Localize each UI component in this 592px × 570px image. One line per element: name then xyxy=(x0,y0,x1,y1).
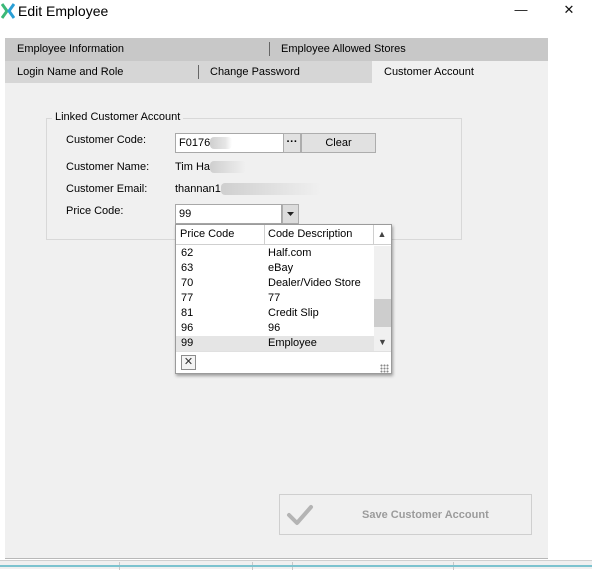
scrollbar-thumb[interactable] xyxy=(374,299,391,327)
price-code-dropdown[interactable]: Price Code Code Description ▲ 62 Half.com… xyxy=(175,224,392,374)
close-button[interactable]: ✕ xyxy=(546,0,592,22)
tab-login-name-and-role[interactable]: Login Name and Role xyxy=(5,61,198,83)
customer-email-text: thannan1 xyxy=(175,183,221,195)
dropdown-row[interactable]: 77 77 xyxy=(176,291,374,306)
row-code-description: 96 xyxy=(268,322,281,334)
dropdown-row[interactable]: 62 Half.com xyxy=(176,246,374,261)
save-customer-account-button[interactable]: Save Customer Account xyxy=(279,494,532,535)
row-code-description: 77 xyxy=(268,292,281,304)
checkmark-icon xyxy=(287,505,313,525)
row-price-code: 99 xyxy=(181,337,194,349)
price-code-label: Price Code: xyxy=(66,205,124,217)
column-header-code-description[interactable]: Code Description xyxy=(264,225,373,245)
row-code-description: Dealer/Video Store xyxy=(268,277,361,289)
customer-code-input[interactable]: F0176 xyxy=(175,133,284,153)
customer-name-text: Tim Ha xyxy=(175,161,211,173)
status-accent-line xyxy=(0,565,592,567)
redacted-blur xyxy=(220,183,321,196)
close-dropdown-button[interactable]: ✕ xyxy=(181,355,196,370)
dropdown-row[interactable]: 70 Dealer/Video Store xyxy=(176,276,374,291)
dropdown-row[interactable]: 99 Employee xyxy=(176,336,374,351)
tab-row-2: Login Name and Role Change Password Cust… xyxy=(5,61,548,83)
scroll-down-icon[interactable]: ▼ xyxy=(374,334,391,350)
dropdown-footer: ✕ xyxy=(176,351,391,373)
row-code-description: eBay xyxy=(268,262,294,274)
customer-email-label: Customer Email: xyxy=(66,183,148,195)
redacted-blur xyxy=(210,161,247,174)
tab-employee-information[interactable]: Employee Information xyxy=(5,38,270,60)
x-logo-icon xyxy=(1,3,15,19)
customer-name-value: Tim Ha xyxy=(175,161,247,174)
customer-name-label: Customer Name: xyxy=(66,161,150,173)
row-code-description: Credit Slip xyxy=(268,307,319,319)
row-price-code: 63 xyxy=(181,262,194,274)
title-bar: Edit Employee — ✕ xyxy=(0,0,592,26)
price-code-dropdown-button[interactable] xyxy=(282,204,299,224)
dropdown-header: Price Code Code Description ▲ xyxy=(176,225,391,245)
row-price-code: 62 xyxy=(181,247,194,259)
row-price-code: 81 xyxy=(181,307,194,319)
column-header-price-code[interactable]: Price Code xyxy=(176,225,264,245)
redacted-blur xyxy=(210,137,233,150)
clear-button[interactable]: Clear xyxy=(301,133,376,153)
dropdown-row[interactable]: 63 eBay xyxy=(176,261,374,276)
sort-up-icon[interactable]: ▲ xyxy=(373,225,391,245)
customer-email-value: thannan1 xyxy=(175,183,321,196)
dropdown-scrollbar[interactable]: ▼ xyxy=(374,246,391,351)
price-code-combo[interactable]: 99 xyxy=(175,204,282,224)
customer-code-label: Customer Code: xyxy=(66,134,147,146)
row-price-code: 77 xyxy=(181,292,194,304)
dropdown-row[interactable]: 81 Credit Slip xyxy=(176,306,374,321)
tab-change-password[interactable]: Change Password xyxy=(198,61,372,83)
dropdown-row[interactable]: 96 96 xyxy=(176,321,374,336)
row-price-code: 96 xyxy=(181,322,194,334)
tab-row-1: Employee Information Employee Allowed St… xyxy=(5,38,548,61)
row-price-code: 70 xyxy=(181,277,194,289)
row-code-description: Half.com xyxy=(268,247,312,259)
customer-browse-button[interactable]: ··· xyxy=(283,133,301,153)
group-legend: Linked Customer Account xyxy=(52,111,184,123)
customer-code-value: F0176 xyxy=(179,137,211,149)
caret-down-icon xyxy=(287,212,294,216)
tab-customer-account[interactable]: Customer Account xyxy=(372,61,548,83)
window-title: Edit Employee xyxy=(18,3,109,19)
minimize-button[interactable]: — xyxy=(498,0,544,22)
resize-grip-icon[interactable] xyxy=(380,364,389,373)
save-button-label: Save Customer Account xyxy=(362,509,489,521)
row-code-description: Employee xyxy=(268,337,317,349)
tab-employee-allowed-stores[interactable]: Employee Allowed Stores xyxy=(269,38,548,60)
